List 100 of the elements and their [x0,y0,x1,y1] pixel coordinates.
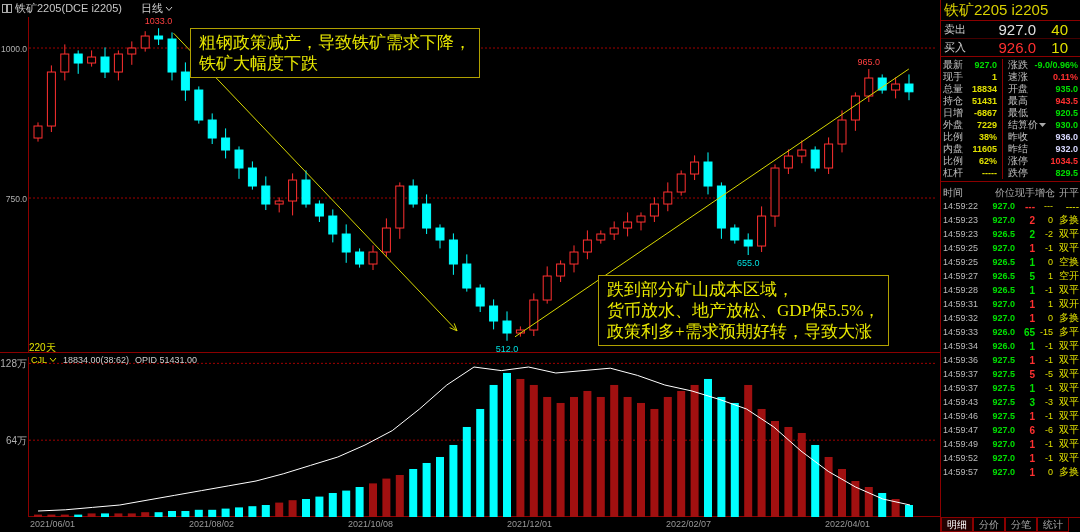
candlestick [797,139,807,164]
table-cell-text: 14:59:33 [942,327,980,337]
axis-label: 750.0 [5,194,27,204]
volume-bar [275,502,284,517]
volume-bar [127,513,136,517]
table-cell-text: 1 [1047,299,1053,309]
table-cell-text: --- [1024,200,1035,212]
book-volume: 10 [1050,39,1069,56]
table-cell-text: 14:59:27 [942,271,980,281]
stat-value: 935.0 [1055,83,1078,95]
candlestick [60,43,70,81]
tab[interactable]: 统计 [1037,518,1069,532]
volume-bar [905,505,913,517]
volume-bar [891,499,900,517]
table-cell-text: -1 [1044,243,1053,253]
symbol-label: 铁矿2205(DCE i2205) [15,1,122,16]
candlestick [422,193,432,235]
volume-bar [851,481,860,517]
table-cell-text: 926.0 [991,327,1015,337]
volume-bar [878,493,887,517]
candlestick [864,68,874,103]
volume-bar [34,514,42,517]
table-cell-text: -1 [1044,341,1053,351]
open-interest-reading: OPID 51431.00 [135,355,198,365]
caret-icon [49,357,57,363]
volume-bar [194,509,203,517]
volume-bar [141,512,150,517]
table-cell-text: 双开 [1058,297,1079,311]
candlestick [649,196,659,223]
column-header: 现手 [1015,185,1035,200]
table-cell-text: 双平 [1058,437,1079,451]
table-cell-text: 0 [1047,313,1053,323]
volume-bar [154,512,163,517]
candlestick [730,223,740,245]
period-dropdown[interactable]: 日线 [139,1,175,16]
stat-label: 最低 [1008,107,1028,119]
tab[interactable]: 分笔 [1005,518,1037,532]
table-cell-text: 14:59:25 [942,243,980,253]
table-cell-text: 14:59:25 [942,257,980,267]
tab[interactable]: 分价 [973,518,1005,532]
volume-bar [838,469,846,517]
table-cell-text: 14:59:46 [942,411,980,421]
period-label: 220天 [29,341,56,355]
candlestick [314,199,324,223]
volume-bar [47,514,56,517]
candlestick [891,76,901,99]
stat-value: 7229 [976,119,997,131]
candlestick [73,49,83,75]
stat-value: 932.0 [1055,143,1078,155]
table-cell-text: 927.5 [991,397,1015,407]
table-cell-text: 14:59:28 [942,285,980,295]
candlestick [194,85,204,125]
candlestick [636,211,646,231]
table-cell-text: 1 [1028,438,1035,450]
table-cell-text: 双平 [1058,409,1079,423]
stat-label: 昨结 [1008,143,1028,155]
stat-label: 比例 [943,155,963,167]
axis-label: 128万 [0,358,27,370]
stat-label: 最高 [1008,95,1028,107]
stat-value: 38% [979,131,997,143]
candlestick [341,223,351,264]
table-cell-text: 14:59:32 [942,313,980,323]
table-cell-text: -1 [1044,453,1053,463]
stat-label: 跌停 [1008,167,1028,179]
candlestick [301,169,311,209]
book-price: 927.0 [997,21,1036,38]
table-cell-text: 927.5 [991,383,1015,393]
price-label: 965.0 [857,57,881,67]
candlestick [850,91,860,132]
tab[interactable]: 明细 [941,518,973,532]
volume-bar [288,500,297,517]
table-cell-text: 0 [1047,257,1053,267]
volume-bar [355,487,364,517]
table-cell-text: 14:59:36 [942,355,980,365]
candlestick [623,211,633,237]
column-header: 增仓 [1035,185,1053,200]
indicator-dropdown[interactable]: CJL [31,355,57,365]
volume-bar [221,508,230,517]
table-cell-text: 双平 [1058,367,1079,381]
stat-value: 51431 [971,95,997,107]
candlestick [609,220,619,241]
candlestick [127,40,137,66]
table-cell-text: 1 [1028,256,1035,268]
stat-value: -6867 [973,107,997,119]
candlestick [33,121,43,143]
volume-bar [87,513,96,517]
stat-label: 速涨 [1008,71,1028,83]
stat-value: 930.0 [1055,119,1078,131]
table-cell-text: 927.0 [991,313,1015,323]
table-cell-text: 6 [1028,424,1035,436]
table-cell-text: 1 [1028,410,1035,422]
table-cell-text: 多换 [1058,213,1079,227]
table-cell-text: 1 [1028,312,1035,324]
axis-label: 64万 [5,435,27,447]
volume-bar [409,469,418,517]
grid-icon [2,4,12,13]
table-cell-text: 927.0 [991,425,1015,435]
candlestick [288,172,298,216]
table-cell-text: 双平 [1058,283,1079,297]
table-cell-text: 927.0 [991,467,1015,477]
